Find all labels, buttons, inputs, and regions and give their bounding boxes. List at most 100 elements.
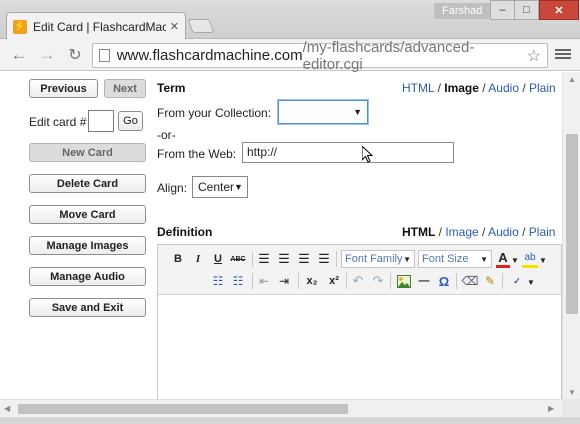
vertical-scroll-thumb[interactable] bbox=[566, 134, 578, 314]
reload-icon[interactable]: ↻ bbox=[64, 44, 86, 66]
toolbar-divider bbox=[502, 273, 503, 289]
term-mode-image-link[interactable]: Image bbox=[444, 81, 479, 95]
toolbar-divider bbox=[252, 251, 253, 267]
web-label: From the Web: bbox=[157, 147, 237, 161]
redo-icon[interactable]: ↷ bbox=[370, 272, 386, 290]
indent-icon[interactable]: ⇥ bbox=[276, 272, 292, 290]
definition-title: Definition bbox=[157, 225, 213, 239]
clean-format-broom-icon[interactable]: ✎ bbox=[482, 272, 498, 290]
eraser-icon[interactable]: ⌫ bbox=[462, 272, 479, 290]
new-tab-button[interactable] bbox=[187, 19, 215, 33]
term-mode-html-link[interactable]: HTML bbox=[402, 81, 434, 95]
bookmark-star-icon[interactable]: ☆ bbox=[527, 46, 541, 66]
bullet-list-icon[interactable]: ☷ bbox=[210, 272, 226, 290]
toolbar-divider bbox=[252, 273, 253, 289]
scroll-up-arrow-icon[interactable]: ▲ bbox=[568, 75, 576, 84]
strikethrough-icon[interactable]: ABC bbox=[228, 250, 248, 268]
save-and-exit-button[interactable]: Save and Exit bbox=[29, 298, 146, 317]
horizontal-scroll-thumb[interactable] bbox=[18, 404, 348, 414]
web-url-input[interactable]: http:// bbox=[242, 142, 454, 163]
special-character-icon[interactable]: Ω bbox=[436, 272, 452, 290]
scrollbar-corner bbox=[562, 399, 580, 417]
font-color-caret-icon[interactable]: ▼ bbox=[511, 251, 519, 269]
window-maximize-button[interactable]: □ bbox=[515, 0, 539, 20]
previous-button[interactable]: Previous bbox=[29, 79, 98, 98]
font-size-label: Font Size bbox=[422, 253, 469, 265]
browser-tab[interactable]: ⚡ Edit Card | FlashcardMachine ✕ bbox=[6, 12, 186, 40]
font-family-dropdown[interactable]: Font Family ▼ bbox=[341, 250, 415, 268]
highlight-caret-icon[interactable]: ▼ bbox=[539, 251, 547, 269]
bold-icon[interactable]: B bbox=[170, 250, 186, 268]
dropdown-caret-icon: ▼ bbox=[353, 107, 362, 117]
scroll-left-arrow-icon[interactable]: ◀ bbox=[4, 404, 10, 413]
subscript-icon[interactable]: x₂ bbox=[303, 272, 321, 290]
next-button[interactable]: Next bbox=[104, 79, 146, 98]
go-button[interactable]: Go bbox=[118, 111, 143, 131]
editor-toolbar: B I U ABC ☰ ☰ ☰ ☰ Font Family ▼ Font Siz… bbox=[158, 245, 561, 295]
forward-arrow-icon[interactable]: → bbox=[36, 44, 58, 66]
align-right-icon[interactable]: ☰ bbox=[296, 250, 312, 268]
font-size-dropdown[interactable]: Font Size ▼ bbox=[418, 250, 492, 268]
collection-select[interactable]: ▼ bbox=[278, 100, 368, 124]
window-close-button[interactable]: ✕ bbox=[539, 0, 579, 20]
chrome-menu-icon[interactable] bbox=[555, 47, 571, 63]
font-color-icon[interactable]: A bbox=[496, 250, 510, 268]
flashcard-favicon-icon: ⚡ bbox=[13, 19, 27, 34]
url-path: /my-flashcards/advanced-editor.cgi bbox=[302, 38, 475, 73]
term-mode-links: HTML / Image / Audio / Plain bbox=[402, 81, 556, 95]
highlight-color-icon[interactable]: ab bbox=[522, 250, 538, 268]
separator: / bbox=[522, 81, 530, 95]
toolbar-divider bbox=[298, 273, 299, 289]
align-select[interactable]: Center ▼ bbox=[192, 176, 248, 198]
superscript-icon[interactable]: x² bbox=[325, 272, 343, 290]
term-title: Term bbox=[157, 81, 186, 95]
browser-toolbar: ← → ↻ www.flashcardmachine.com /my-flash… bbox=[0, 39, 580, 73]
dropdown-caret-icon: ▼ bbox=[234, 182, 243, 192]
dropdown-caret-icon: ▼ bbox=[480, 254, 488, 264]
align-center-icon[interactable]: ☰ bbox=[276, 250, 292, 268]
definition-editor[interactable]: B I U ABC ☰ ☰ ☰ ☰ Font Family ▼ Font Siz… bbox=[157, 244, 562, 404]
definition-mode-plain-link[interactable]: Plain bbox=[529, 225, 556, 239]
mouse-pointer-icon bbox=[362, 146, 374, 163]
numbered-list-icon[interactable]: ☷ bbox=[230, 272, 246, 290]
definition-mode-audio-link[interactable]: Audio bbox=[488, 225, 519, 239]
horizontal-scrollbar[interactable]: ◀ ▶ bbox=[0, 399, 562, 417]
horizontal-rule-icon[interactable]: — bbox=[416, 272, 432, 290]
or-label: -or- bbox=[157, 128, 176, 142]
manage-images-button[interactable]: Manage Images bbox=[29, 236, 146, 255]
definition-mode-html-link[interactable]: HTML bbox=[402, 225, 435, 239]
scroll-down-arrow-icon[interactable]: ▼ bbox=[568, 388, 576, 397]
address-bar[interactable]: www.flashcardmachine.com /my-flashcards/… bbox=[92, 39, 548, 73]
profile-user-badge[interactable]: Farshad bbox=[434, 3, 491, 19]
new-card-button[interactable]: New Card bbox=[29, 143, 146, 162]
delete-card-button[interactable]: Delete Card bbox=[29, 174, 146, 193]
underline-icon[interactable]: U bbox=[210, 250, 226, 268]
tab-title: Edit Card | FlashcardMachine bbox=[33, 19, 166, 34]
edit-card-number-input[interactable] bbox=[88, 110, 114, 132]
collection-label: From your Collection: bbox=[157, 106, 272, 120]
move-card-button[interactable]: Move Card bbox=[29, 205, 146, 224]
dropdown-caret-icon: ▼ bbox=[403, 254, 411, 264]
manage-audio-button[interactable]: Manage Audio bbox=[29, 267, 146, 286]
tab-close-icon[interactable]: ✕ bbox=[170, 20, 179, 33]
spellcheck-icon[interactable]: ✓ bbox=[508, 272, 526, 290]
definition-mode-image-link[interactable]: Image bbox=[445, 225, 478, 239]
insert-image-icon[interactable] bbox=[396, 272, 412, 290]
window-minimize-button[interactable]: ‒ bbox=[490, 0, 515, 20]
back-arrow-icon[interactable]: ← bbox=[8, 44, 30, 66]
separator: / bbox=[522, 225, 529, 239]
align-justify-icon[interactable]: ☰ bbox=[316, 250, 332, 268]
outdent-icon[interactable]: ⇤ bbox=[256, 272, 272, 290]
definition-mode-links: HTML / Image / Audio / Plain bbox=[402, 225, 555, 239]
page-icon bbox=[99, 49, 110, 62]
vertical-scrollbar[interactable]: ▲ ▼ bbox=[562, 72, 580, 399]
edit-card-label: Edit card # bbox=[29, 115, 87, 129]
align-left-icon[interactable]: ☰ bbox=[256, 250, 272, 268]
undo-icon[interactable]: ↶ bbox=[350, 272, 366, 290]
spellcheck-caret-icon[interactable]: ▼ bbox=[527, 273, 535, 291]
term-mode-plain-link[interactable]: Plain bbox=[529, 81, 556, 95]
italic-icon[interactable]: I bbox=[190, 250, 206, 268]
scroll-right-arrow-icon[interactable]: ▶ bbox=[548, 404, 554, 413]
toolbar-divider bbox=[346, 273, 347, 289]
term-mode-audio-link[interactable]: Audio bbox=[488, 81, 519, 95]
